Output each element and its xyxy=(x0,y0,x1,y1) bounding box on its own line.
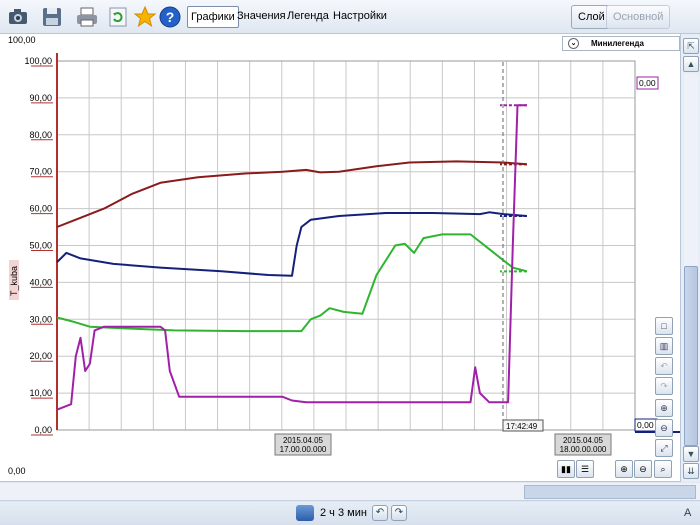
scroll-strip[interactable] xyxy=(524,485,696,499)
svg-text:?: ? xyxy=(166,9,175,25)
scroll-down-button[interactable]: ▼ xyxy=(683,446,699,462)
camera-icon[interactable] xyxy=(6,5,30,29)
zoom-out-icon[interactable]: ⊖ xyxy=(655,419,673,437)
y-tick-label: 40,00 xyxy=(29,277,52,287)
print-icon[interactable] xyxy=(75,5,99,29)
y-tick-label: 10,00 xyxy=(29,388,52,398)
horizontal-scrollbar[interactable] xyxy=(0,483,700,501)
bar-mode-icon[interactable]: ▮▮ xyxy=(557,460,575,478)
chart-grid xyxy=(56,60,636,431)
x-tick-time: 17.00.00.000 xyxy=(280,445,327,454)
y-tick-label: 90,00 xyxy=(29,93,52,103)
toolbar: ? Графики Значения Легенда Настройки Сло… xyxy=(0,0,700,34)
right-value-bottom: 0,00 xyxy=(637,420,654,430)
right-value-top: 0,00 xyxy=(639,78,656,88)
language-indicator: A xyxy=(684,507,692,519)
star-icon[interactable] xyxy=(133,5,157,29)
collapse-icon[interactable]: ⇊ xyxy=(683,463,699,479)
list-mode-icon[interactable]: ☰ xyxy=(576,460,594,478)
tab-legend[interactable]: Легенда xyxy=(284,6,332,28)
forward-button[interactable]: ↷ xyxy=(391,505,407,521)
scroll-up-button[interactable]: ▲ xyxy=(683,56,699,72)
zoom-tools: □ ▥ ↶ ↷ ⊕ ⊖ ⤢ xyxy=(655,317,674,457)
y-tick-label: 0,00 xyxy=(34,425,52,435)
scroll-thumb[interactable] xyxy=(684,266,698,446)
bottom-left-value: 0,00 xyxy=(8,466,26,476)
zoom-in-icon[interactable]: ⊕ xyxy=(655,399,673,417)
reset-zoom-icon[interactable]: ⤢ xyxy=(655,439,673,457)
zoom-x-in-icon[interactable]: ⊕ xyxy=(615,460,633,478)
trend-chart[interactable]: 100,00 0,00 10,00 20,00 30,00 40,00 50,00 60,0… xyxy=(0,34,700,484)
right-panel: ⇱ ▲ ▼ ⇊ xyxy=(680,34,700,482)
tab-settings[interactable]: Настройки xyxy=(330,6,390,28)
expand-icon[interactable]: ⇱ xyxy=(683,38,699,54)
select-area-button[interactable]: □ xyxy=(655,317,673,335)
period-label: 2 ч 3 мин xyxy=(320,507,367,519)
y-tick-label: 60,00 xyxy=(29,204,52,214)
period-icon[interactable] xyxy=(296,505,314,521)
y-max-label: 100,00 xyxy=(8,35,36,45)
x-tick-date: 2015.04.05 xyxy=(283,436,324,445)
help-icon[interactable]: ? xyxy=(158,5,182,29)
refresh-icon[interactable] xyxy=(106,5,130,29)
tab-values[interactable]: Значения xyxy=(234,6,289,28)
series-line-purple[interactable] xyxy=(56,104,527,411)
undo-icon[interactable]: ↶ xyxy=(655,357,673,375)
cursor-time-label: 17:42:49 xyxy=(506,422,538,431)
y-tick-label: 70,00 xyxy=(29,167,52,177)
y-axis-label: T_kuba xyxy=(9,266,19,296)
x-tick-time: 18.00.00.000 xyxy=(560,445,607,454)
y-axis: 0,00 10,00 20,00 30,00 40,00 50,00 60,00 70,00 8… xyxy=(24,53,58,436)
fit-button[interactable]: ▥ xyxy=(655,337,673,355)
save-icon[interactable] xyxy=(40,5,64,29)
series-line-navy[interactable] xyxy=(56,211,527,277)
y-tick-label: 80,00 xyxy=(29,130,52,140)
zoom-x-out-icon[interactable]: ⊖ xyxy=(634,460,652,478)
x-axis: 2015.04.0517.00.00.0002015.04.0518.00.00… xyxy=(274,433,612,456)
back-button[interactable]: ↶ xyxy=(372,505,388,521)
y-tick-label: 50,00 xyxy=(29,241,52,251)
search-icon[interactable]: ⌕ xyxy=(654,460,672,478)
y-tick-label: 100,00 xyxy=(24,56,52,66)
y-tick-label: 30,00 xyxy=(29,314,52,324)
series-group xyxy=(56,104,528,411)
main-mode-button[interactable]: Основной xyxy=(606,5,671,29)
tab-graphs[interactable]: Графики xyxy=(187,6,239,28)
y-tick-label: 20,00 xyxy=(29,351,52,361)
redo-icon[interactable]: ↷ xyxy=(655,377,673,395)
x-tick-date: 2015.04.05 xyxy=(563,436,604,445)
